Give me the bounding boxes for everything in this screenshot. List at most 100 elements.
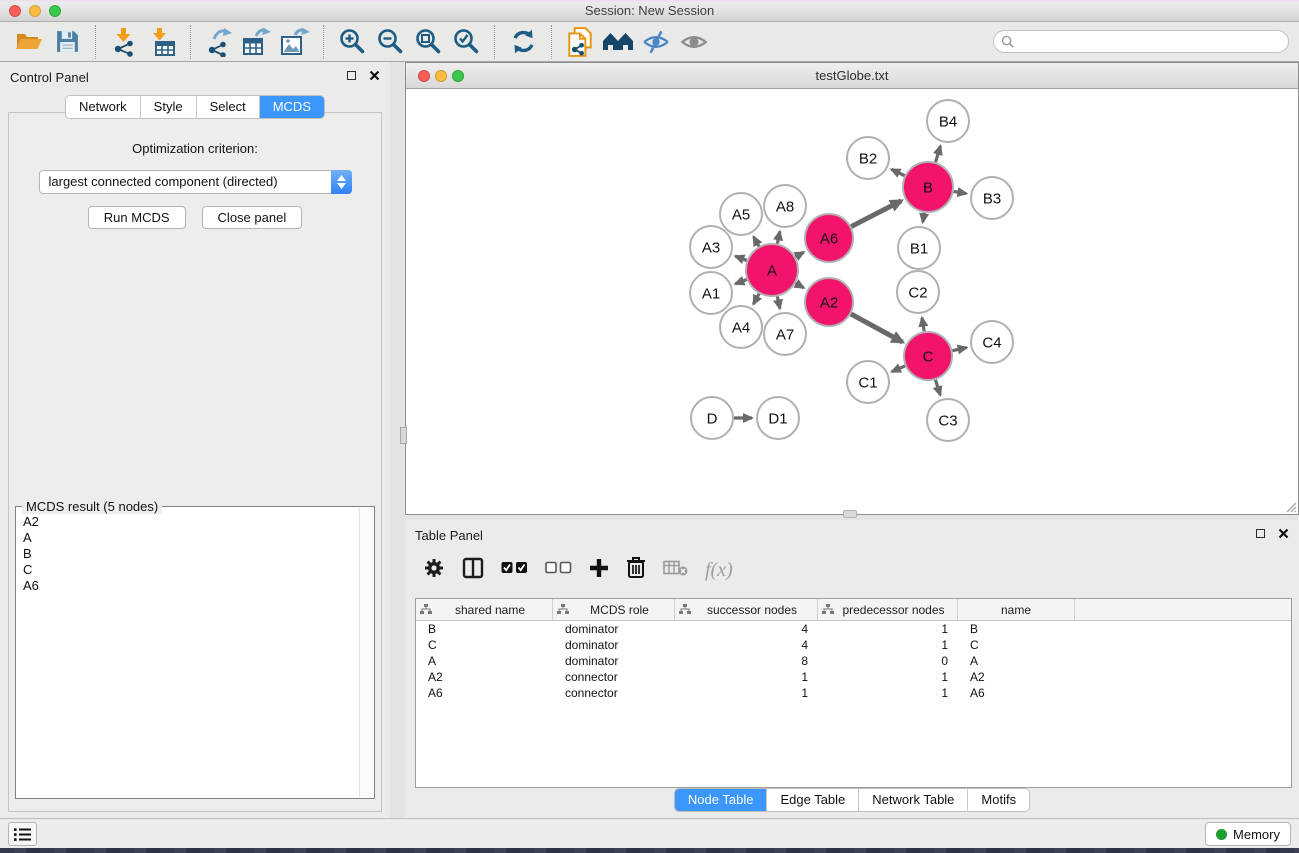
table-cell[interactable]: B — [416, 622, 553, 636]
graph-edge-A2-C[interactable] — [851, 314, 903, 342]
horizontal-splitter-handle[interactable] — [843, 510, 857, 518]
graph-edge-A-A1[interactable] — [735, 280, 746, 284]
tab-network-table[interactable]: Network Table — [858, 789, 967, 811]
splitter-collapse-handle[interactable] — [400, 427, 407, 444]
table-cell[interactable]: 4 — [675, 622, 818, 636]
function-builder-button[interactable]: f(x) — [705, 559, 733, 582]
tab-style[interactable]: Style — [140, 96, 196, 118]
table-cell[interactable]: 1 — [675, 686, 818, 700]
zoom-out-button[interactable] — [371, 24, 409, 60]
zoom-fit-button[interactable] — [409, 24, 447, 60]
table-cell[interactable]: 1 — [675, 670, 818, 684]
result-list-item[interactable]: A2 — [23, 514, 359, 530]
close-window-button[interactable] — [9, 5, 21, 17]
table-cell[interactable]: 4 — [675, 638, 818, 652]
result-list-item[interactable]: C — [23, 562, 359, 578]
table-row[interactable]: A2connector11A2 — [416, 669, 1291, 685]
tab-network[interactable]: Network — [66, 96, 140, 118]
close-panel-icon[interactable] — [369, 70, 380, 81]
table-cell[interactable]: A2 — [416, 670, 553, 684]
resize-grip-icon[interactable] — [1284, 500, 1297, 513]
minimize-view-button[interactable] — [435, 70, 447, 82]
export-table-button[interactable] — [238, 24, 276, 60]
result-list-item[interactable]: A6 — [23, 578, 359, 594]
graph-node-C1[interactable]: C1 — [847, 361, 889, 403]
graph-node-C2[interactable]: C2 — [897, 271, 939, 313]
graph-node-D1[interactable]: D1 — [757, 397, 799, 439]
task-history-button[interactable] — [8, 822, 37, 846]
table-cell[interactable]: connector — [553, 670, 675, 684]
graph-edge-C-C3[interactable] — [935, 380, 940, 395]
graph-node-C4[interactable]: C4 — [971, 321, 1013, 363]
table-cell[interactable]: A — [416, 654, 553, 668]
minimize-window-button[interactable] — [29, 5, 41, 17]
select-all-columns-button[interactable] — [501, 560, 528, 580]
zoom-window-button[interactable] — [49, 5, 61, 17]
table-cell[interactable]: dominator — [553, 638, 675, 652]
graph-edge-A-A8[interactable] — [777, 231, 779, 243]
graph-edge-B-B2[interactable] — [891, 169, 904, 175]
graph-edge-C-C2[interactable] — [922, 318, 924, 332]
table-cell[interactable]: C — [416, 638, 553, 652]
network-canvas[interactable]: B4B2BB3B1C2A5A8A3A6AA1A2A4A7CC4C1C3DD1 — [406, 89, 1298, 514]
tab-mcds[interactable]: MCDS — [259, 96, 324, 118]
graph-edge-B-B4[interactable] — [936, 146, 941, 162]
graph-edge-C-C4[interactable] — [952, 348, 966, 351]
graph-node-A6[interactable]: A6 — [805, 214, 853, 262]
close-panel-button[interactable]: Close panel — [202, 206, 303, 229]
graph-edge-A-A5[interactable] — [754, 237, 759, 247]
search-input[interactable] — [1018, 34, 1288, 49]
table-cell[interactable]: 1 — [818, 670, 958, 684]
delete-columns-button[interactable] — [626, 556, 646, 584]
search-field[interactable] — [993, 30, 1289, 53]
column-header-name[interactable]: name — [958, 599, 1075, 620]
graph-node-A7[interactable]: A7 — [764, 313, 806, 355]
graph-node-B4[interactable]: B4 — [927, 100, 969, 142]
network-window-titlebar[interactable]: testGlobe.txt — [406, 63, 1298, 89]
table-cell[interactable]: A6 — [416, 686, 553, 700]
table-row[interactable]: Bdominator41B — [416, 621, 1291, 637]
table-cell[interactable]: 8 — [675, 654, 818, 668]
graph-node-D[interactable]: D — [691, 397, 733, 439]
float-table-panel-icon[interactable] — [1256, 529, 1265, 538]
export-image-button[interactable] — [276, 24, 314, 60]
table-settings-button[interactable] — [423, 557, 445, 584]
graph-edge-A6-B[interactable] — [851, 201, 901, 227]
show-graphics-details-button[interactable] — [675, 24, 713, 60]
table-cell[interactable]: dominator — [553, 654, 675, 668]
result-list-item[interactable]: B — [23, 546, 359, 562]
save-session-button[interactable] — [48, 24, 86, 60]
graph-node-A8[interactable]: A8 — [764, 185, 806, 227]
graph-node-B2[interactable]: B2 — [847, 137, 889, 179]
table-row[interactable]: Adominator80A — [416, 653, 1291, 669]
table-row[interactable]: Cdominator41C — [416, 637, 1291, 653]
import-network-button[interactable] — [105, 24, 143, 60]
table-cell[interactable]: 1 — [818, 638, 958, 652]
tab-select[interactable]: Select — [196, 96, 259, 118]
graph-edge-A-A4[interactable] — [753, 294, 759, 304]
graph-node-B3[interactable]: B3 — [971, 177, 1013, 219]
table-cell[interactable]: A — [958, 654, 1075, 668]
close-table-panel-icon[interactable] — [1278, 528, 1289, 539]
tab-node-table[interactable]: Node Table — [675, 789, 767, 811]
graph-edge-A-A6[interactable] — [796, 252, 804, 257]
table-cell[interactable]: C — [958, 638, 1075, 652]
graph-edge-A-A7[interactable] — [777, 296, 779, 308]
table-cell[interactable]: 0 — [818, 654, 958, 668]
table-cell[interactable]: A2 — [958, 670, 1075, 684]
unselect-all-columns-button[interactable] — [545, 560, 572, 580]
graph-edge-B-B1[interactable] — [923, 213, 924, 223]
close-view-button[interactable] — [418, 70, 430, 82]
zoom-in-button[interactable] — [333, 24, 371, 60]
home-button[interactable] — [599, 24, 637, 60]
memory-button[interactable]: Memory — [1205, 822, 1291, 846]
float-panel-icon[interactable] — [347, 71, 356, 80]
tab-motifs[interactable]: Motifs — [967, 789, 1029, 811]
tab-edge-table[interactable]: Edge Table — [766, 789, 858, 811]
table-cell[interactable]: dominator — [553, 622, 675, 636]
result-list-item[interactable]: A — [23, 530, 359, 546]
graph-node-B1[interactable]: B1 — [898, 227, 940, 269]
show-columns-button[interactable] — [462, 557, 484, 584]
table-cell[interactable]: 1 — [818, 686, 958, 700]
column-header-successor-nodes[interactable]: successor nodes — [675, 599, 818, 620]
